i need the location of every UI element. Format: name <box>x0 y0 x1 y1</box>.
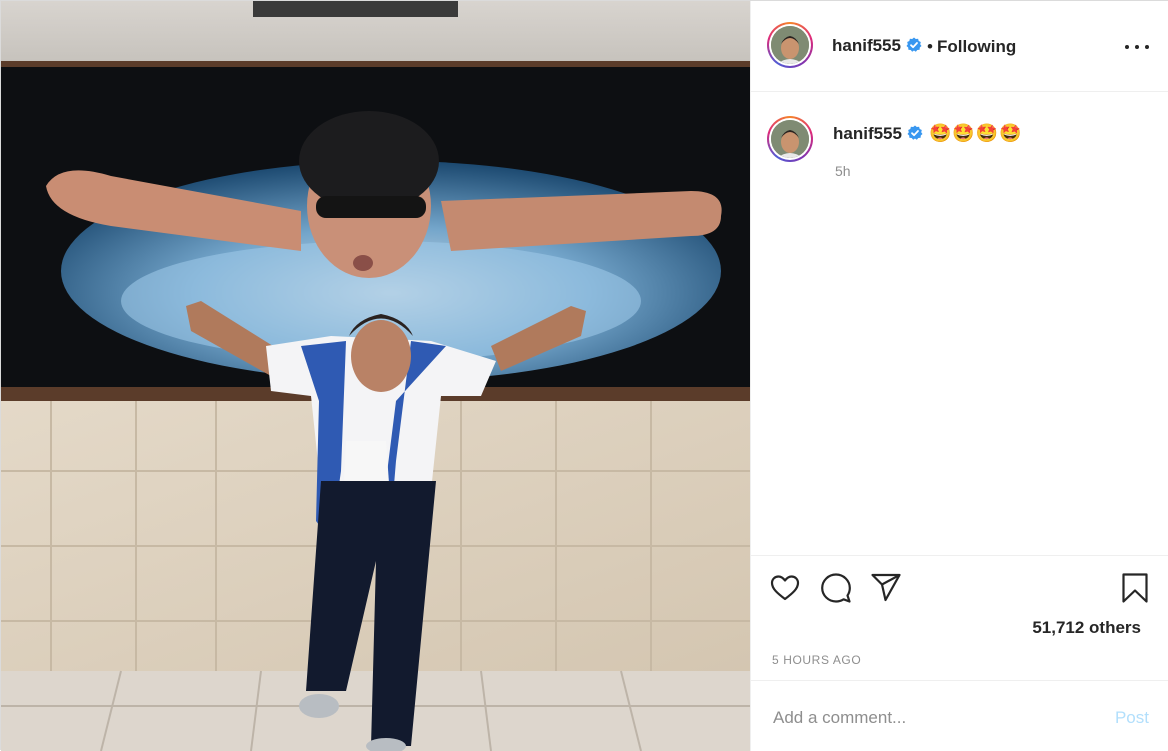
post-time-ago[interactable]: 5 HOURS AGO <box>772 653 861 667</box>
caption-text: 🤩🤩🤩🤩 <box>929 123 1023 143</box>
instagram-post-modal: hanif555 • Following hanif555 🤩🤩🤩🤩 5h 51… <box>0 0 1168 751</box>
post-comment-button[interactable]: Post <box>1115 708 1149 728</box>
caption-comment: hanif555 🤩🤩🤩🤩 5h <box>751 92 1168 192</box>
post-header: hanif555 • Following <box>751 1 1168 92</box>
photo-image <box>1 1 750 751</box>
following-button[interactable]: Following <box>937 37 1016 56</box>
caption-timestamp[interactable]: 5h <box>835 163 851 179</box>
avatar <box>771 120 809 158</box>
comment-input[interactable] <box>771 699 1095 737</box>
story-ring[interactable] <box>767 116 813 162</box>
header-username[interactable]: hanif555 <box>832 36 901 55</box>
caption-username[interactable]: hanif555 <box>833 124 902 143</box>
heart-icon[interactable] <box>769 572 801 604</box>
post-sidebar: hanif555 • Following hanif555 🤩🤩🤩🤩 5h 51… <box>750 1 1168 751</box>
paper-plane-icon[interactable] <box>870 572 902 604</box>
post-actions: 51,712 others 5 HOURS AGO <box>751 555 1168 680</box>
post-photo[interactable] <box>1 1 750 751</box>
verified-badge-icon <box>907 125 923 140</box>
comment-icon[interactable] <box>820 572 852 604</box>
add-comment-section: Post <box>751 680 1168 751</box>
bookmark-icon[interactable] <box>1119 572 1151 604</box>
verified-badge-icon <box>906 37 922 52</box>
likes-count[interactable]: 51,712 others <box>1032 618 1141 638</box>
avatar <box>771 26 809 64</box>
more-options-icon[interactable] <box>1125 37 1149 57</box>
story-ring[interactable] <box>767 22 813 68</box>
separator-dot: • <box>927 37 933 56</box>
